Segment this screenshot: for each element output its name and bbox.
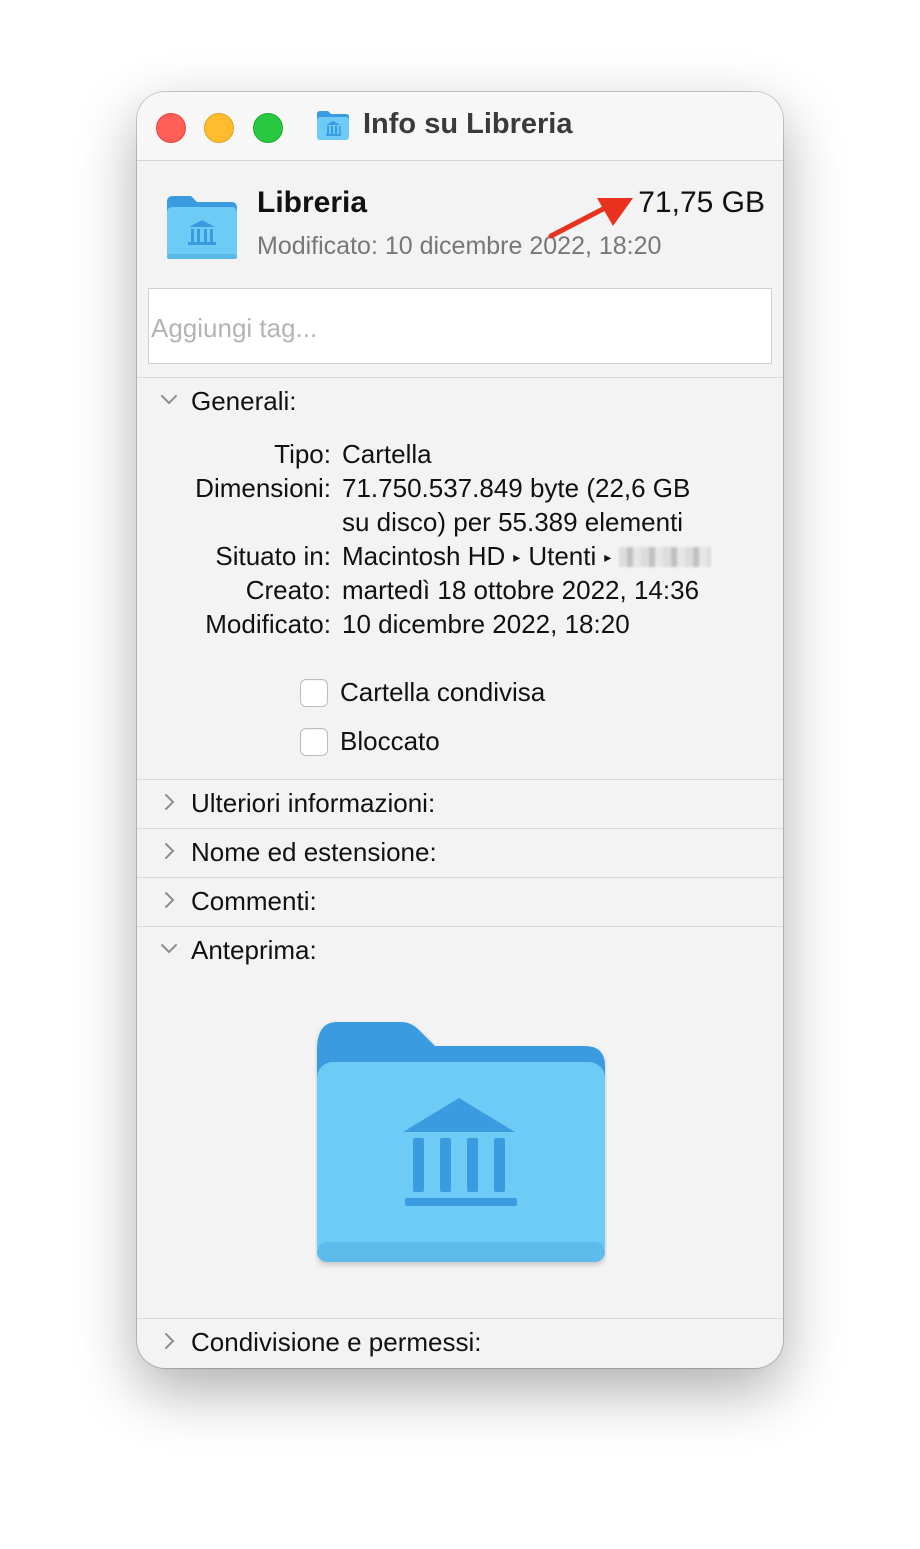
library-folder-preview-icon [317,1022,605,1262]
section-name-extension-label: Nome ed estensione: [191,837,437,867]
path-segment[interactable]: Utenti [528,541,596,571]
divider [137,1318,783,1319]
section-comments[interactable]: Commenti: [137,882,783,930]
tags-input[interactable] [148,288,772,364]
section-more-info[interactable]: Ulteriori informazioni: [137,784,783,832]
size-value-line1: 71.750.537.849 byte (22,6 GB [342,473,691,503]
chevron-right-icon [165,892,175,908]
divider [137,926,783,927]
library-folder-icon [317,111,349,140]
section-general-label: Generali: [191,386,297,416]
chevron-down-icon [161,944,177,954]
section-sharing[interactable]: Condivisione e permessi: [137,1323,783,1368]
path-segment[interactable]: Macintosh HD [342,541,505,571]
chevron-right-icon [165,794,175,810]
divider [137,877,783,878]
section-general[interactable]: Generali: [137,382,783,430]
chevron-down-icon [161,395,177,405]
chevron-right-icon [165,1333,175,1349]
section-sharing-label: Condivisione e permessi: [191,1327,482,1357]
chevron-right-icon [165,843,175,859]
created-value: martedì 18 ottobre 2022, 14:36 [342,575,700,605]
library-folder-icon [167,196,237,259]
type-label: Tipo: [274,439,331,469]
zoom-button[interactable] [253,113,283,143]
section-comments-label: Commenti: [191,886,317,916]
size-label: Dimensioni: [195,473,331,503]
red-arrow-icon [548,198,633,239]
locked-label[interactable]: Bloccato [340,726,440,757]
section-name-extension[interactable]: Nome ed estensione: [137,833,783,881]
section-preview-label: Anteprima: [191,935,317,965]
redacted-username [619,547,712,567]
size-value-line2: su disco) per 55.389 elementi [342,507,684,537]
minimize-button[interactable] [204,113,234,143]
item-size: 71,75 GB [638,186,765,219]
item-name: Libreria [257,186,368,219]
locked-checkbox[interactable] [300,728,328,756]
title-bar[interactable]: Info su Libreria [137,92,783,161]
created-label: Creato: [245,575,331,605]
info-window: Info su Libreria Libreria 71,75 GB Modif… [137,92,783,1368]
modified-label: Modificato: [205,609,331,639]
path-arrow-icon: ▸ [513,549,521,565]
location-label: Situato in: [215,541,331,571]
location-path: Macintosh HD ▸ Utenti ▸ [342,541,712,572]
section-preview[interactable]: Anteprima: [137,931,783,979]
path-arrow-icon: ▸ [604,549,612,565]
shared-folder-checkbox[interactable] [300,679,328,707]
section-more-info-label: Ulteriori informazioni: [191,788,436,818]
divider [137,828,783,829]
divider [137,377,783,378]
close-button[interactable] [156,113,186,143]
divider [137,779,783,780]
shared-folder-label[interactable]: Cartella condivisa [340,677,545,708]
window-title: Info su Libreria [363,108,573,140]
type-value: Cartella [342,439,432,469]
modified-value: 10 dicembre 2022, 18:20 [342,609,630,639]
